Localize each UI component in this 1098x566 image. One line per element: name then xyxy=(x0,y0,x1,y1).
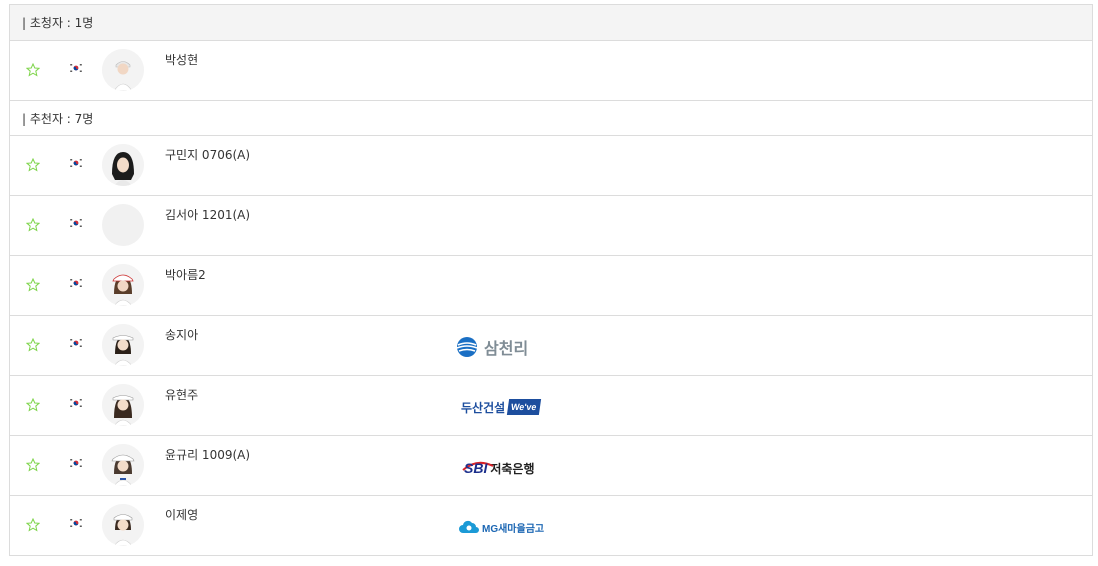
player-name[interactable]: 박아름2 xyxy=(165,266,206,283)
player-list: | 초청자 : 1명 박성현 | 추천자 : 7명 구민지 0706(A) 김서… xyxy=(9,4,1093,556)
sponsor-label: MG새마을금고 xyxy=(482,523,545,535)
korea-flag-icon xyxy=(69,158,83,168)
favorite-star-icon[interactable] xyxy=(26,63,40,77)
avatar[interactable] xyxy=(102,264,144,306)
table-row: 구민지 0706(A) xyxy=(10,136,1092,196)
korea-flag-icon xyxy=(69,458,83,468)
sponsor-logo-samchully: 삼천리 xyxy=(454,336,528,358)
korea-flag-icon xyxy=(69,278,83,288)
avatar[interactable] xyxy=(102,384,144,426)
weve-badge: We've xyxy=(507,399,541,415)
sponsor-label: 삼천리 xyxy=(484,341,529,358)
favorite-star-icon[interactable] xyxy=(26,338,40,352)
player-name[interactable]: 박성현 xyxy=(165,51,198,68)
favorite-star-icon[interactable] xyxy=(26,458,40,472)
korea-flag-icon xyxy=(69,398,83,408)
avatar[interactable] xyxy=(102,444,144,486)
avatar[interactable] xyxy=(102,504,144,546)
table-row: 송지아 삼천리 xyxy=(10,316,1092,376)
korea-flag-icon xyxy=(69,338,83,348)
player-name[interactable]: 송지아 xyxy=(165,326,198,343)
sponsor-label: 저축은행 xyxy=(490,461,535,476)
avatar[interactable] xyxy=(102,49,144,91)
sponsor-logo-doosan: 두산건설 We've xyxy=(461,396,541,418)
avatar[interactable] xyxy=(102,324,144,366)
table-row: 윤규리 1009(A) SBI 저축은행 xyxy=(10,436,1092,496)
player-name[interactable]: 김서아 1201(A) xyxy=(165,206,250,223)
player-name[interactable]: 구민지 0706(A) xyxy=(165,146,250,163)
korea-flag-icon xyxy=(69,63,83,73)
favorite-star-icon[interactable] xyxy=(26,398,40,412)
section-header-label: | 초청자 : 1명 xyxy=(22,16,94,30)
samchully-logo-icon xyxy=(456,337,478,357)
favorite-star-icon[interactable] xyxy=(26,158,40,172)
player-name[interactable]: 이제영 xyxy=(165,506,198,523)
section-header-label: | 추천자 : 7명 xyxy=(22,111,94,126)
sponsor-label: 두산건설 xyxy=(461,400,506,415)
sbi-mark: SBI xyxy=(464,460,488,476)
mg-cloud-icon xyxy=(459,520,479,533)
section-header-recommended: | 추천자 : 7명 xyxy=(10,101,1092,136)
table-row: 김서아 1201(A) xyxy=(10,196,1092,256)
sponsor-logo-sbi: SBI 저축은행 xyxy=(461,457,535,479)
korea-flag-icon xyxy=(69,518,83,528)
korea-flag-icon xyxy=(69,218,83,228)
table-row: 박성현 xyxy=(10,41,1092,101)
favorite-star-icon[interactable] xyxy=(26,518,40,532)
avatar[interactable] xyxy=(102,144,144,186)
favorite-star-icon[interactable] xyxy=(26,278,40,292)
section-header-invitees: | 초청자 : 1명 xyxy=(10,5,1092,41)
table-row: 이제영 MG새마을금고 xyxy=(10,496,1092,556)
avatar-placeholder[interactable] xyxy=(102,204,144,246)
player-name[interactable]: 유현주 xyxy=(165,386,198,403)
table-row: 유현주 두산건설 We've xyxy=(10,376,1092,436)
sponsor-logo-mg: MG새마을금고 xyxy=(458,516,544,538)
player-name[interactable]: 윤규리 1009(A) xyxy=(165,446,250,463)
table-row: 박아름2 xyxy=(10,256,1092,316)
favorite-star-icon[interactable] xyxy=(26,218,40,232)
